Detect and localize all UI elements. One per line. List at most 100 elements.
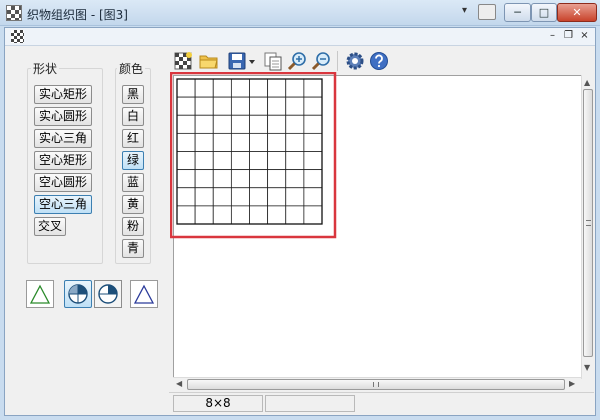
document-minimize-button[interactable]: –	[545, 30, 560, 43]
shape-button-1[interactable]: 实心圆形	[34, 107, 92, 126]
scroll-down-icon[interactable]: ▼	[584, 363, 590, 372]
minimize-button[interactable]: ─	[504, 3, 531, 22]
grid-cell-4-2[interactable]	[212, 151, 232, 171]
grid-cell-2-0[interactable]	[176, 114, 196, 134]
grid-cell-5-6[interactable]	[285, 169, 305, 189]
shape-button-6[interactable]: 交叉	[34, 217, 66, 236]
grid-cell-6-2[interactable]	[212, 187, 232, 207]
grid-cell-4-4[interactable]	[249, 151, 269, 171]
shape-button-3[interactable]: 空心矩形	[34, 151, 92, 170]
grid-cell-2-6[interactable]	[285, 114, 305, 134]
save-icon[interactable]	[227, 51, 247, 71]
grid-cell-1-2[interactable]	[212, 96, 232, 116]
drawing-canvas[interactable]	[170, 72, 583, 379]
grid-cell-5-3[interactable]	[230, 169, 250, 189]
grid-cell-2-7[interactable]	[303, 114, 323, 134]
grid-cell-1-0[interactable]	[176, 96, 196, 116]
pie-view-button[interactable]	[94, 280, 122, 308]
grid-cell-7-4[interactable]	[249, 205, 269, 225]
grid-cell-2-1[interactable]	[194, 114, 214, 134]
grid-cell-1-3[interactable]	[230, 96, 250, 116]
scroll-up-icon[interactable]: ▲	[584, 78, 590, 87]
grid-cell-6-1[interactable]	[194, 187, 214, 207]
zoom-out-icon[interactable]	[311, 51, 331, 71]
copy-icon[interactable]	[263, 51, 283, 71]
zoom-in-icon[interactable]	[287, 51, 307, 71]
grid-cell-7-7[interactable]	[303, 205, 323, 225]
grid-cell-3-5[interactable]	[267, 132, 287, 152]
grid-cell-5-7[interactable]	[303, 169, 323, 189]
grid-cell-6-0[interactable]	[176, 187, 196, 207]
document-restore-button[interactable]: ❐	[561, 30, 576, 43]
grid-cell-6-7[interactable]	[303, 187, 323, 207]
grid-cell-5-2[interactable]	[212, 169, 232, 189]
weave-grid[interactable]	[170, 72, 340, 242]
help-icon[interactable]	[369, 51, 389, 71]
close-button[interactable]: ✕	[557, 3, 597, 22]
grid-cell-3-7[interactable]	[303, 132, 323, 152]
scroll-left-icon[interactable]: ◀	[176, 379, 182, 388]
shape-button-5[interactable]: 空心三角	[34, 195, 92, 214]
grid-cell-3-2[interactable]	[212, 132, 232, 152]
vertical-scrollbar[interactable]: ▲ ▼	[581, 75, 594, 379]
grid-cell-0-1[interactable]	[194, 78, 214, 98]
shape-button-2[interactable]: 实心三角	[34, 129, 92, 148]
horizontal-scroll-thumb[interactable]	[187, 379, 565, 390]
maximize-button[interactable]: □	[531, 3, 557, 22]
new-pattern-icon[interactable]	[173, 51, 193, 71]
grid-cell-4-5[interactable]	[267, 151, 287, 171]
dropdown-arrow-icon[interactable]: ▾	[462, 5, 467, 16]
color-button-0[interactable]: 黑	[122, 85, 144, 104]
vertical-scroll-thumb[interactable]	[583, 89, 593, 357]
grid-cell-7-5[interactable]	[267, 205, 287, 225]
grid-cell-5-1[interactable]	[194, 169, 214, 189]
grid-cell-1-4[interactable]	[249, 96, 269, 116]
camera-icon[interactable]	[478, 4, 496, 20]
open-folder-icon[interactable]	[199, 51, 219, 71]
grid-cell-2-5[interactable]	[267, 114, 287, 134]
grid-cell-2-3[interactable]	[230, 114, 250, 134]
preview-triangle-green[interactable]	[26, 280, 54, 308]
grid-cell-6-6[interactable]	[285, 187, 305, 207]
color-button-4[interactable]: 蓝	[122, 173, 144, 192]
preview-triangle-blue[interactable]	[130, 280, 158, 308]
shape-button-0[interactable]: 实心矩形	[34, 85, 92, 104]
grid-cell-7-1[interactable]	[194, 205, 214, 225]
scroll-right-icon[interactable]: ▶	[569, 379, 575, 388]
color-button-1[interactable]: 白	[122, 107, 144, 126]
grid-cell-0-2[interactable]	[212, 78, 232, 98]
color-button-6[interactable]: 粉	[122, 217, 144, 236]
document-close-button[interactable]: ×	[577, 30, 592, 43]
grid-cell-5-0[interactable]	[176, 169, 196, 189]
grid-cell-6-4[interactable]	[249, 187, 269, 207]
grid-cell-3-3[interactable]	[230, 132, 250, 152]
grid-view-button[interactable]	[64, 280, 92, 308]
color-button-3[interactable]: 绿	[122, 151, 144, 170]
grid-cell-0-3[interactable]	[230, 78, 250, 98]
color-button-5[interactable]: 黄	[122, 195, 144, 214]
grid-cell-4-1[interactable]	[194, 151, 214, 171]
grid-cell-3-0[interactable]	[176, 132, 196, 152]
grid-cell-4-3[interactable]	[230, 151, 250, 171]
grid-cell-3-4[interactable]	[249, 132, 269, 152]
grid-cell-6-3[interactable]	[230, 187, 250, 207]
grid-cell-3-1[interactable]	[194, 132, 214, 152]
save-dropdown-icon[interactable]	[247, 51, 257, 71]
grid-cell-0-5[interactable]	[267, 78, 287, 98]
grid-cell-4-0[interactable]	[176, 151, 196, 171]
grid-cell-3-6[interactable]	[285, 132, 305, 152]
color-button-7[interactable]: 青	[122, 239, 144, 258]
grid-cell-2-2[interactable]	[212, 114, 232, 134]
grid-cell-1-5[interactable]	[267, 96, 287, 116]
grid-cell-0-6[interactable]	[285, 78, 305, 98]
grid-cell-1-7[interactable]	[303, 96, 323, 116]
grid-cell-4-7[interactable]	[303, 151, 323, 171]
app-icon[interactable]	[6, 5, 22, 21]
grid-cell-6-5[interactable]	[267, 187, 287, 207]
document-icon[interactable]	[11, 30, 24, 43]
grid-cell-0-4[interactable]	[249, 78, 269, 98]
grid-cell-4-6[interactable]	[285, 151, 305, 171]
color-button-2[interactable]: 红	[122, 129, 144, 148]
grid-cell-1-6[interactable]	[285, 96, 305, 116]
grid-cell-7-0[interactable]	[176, 205, 196, 225]
